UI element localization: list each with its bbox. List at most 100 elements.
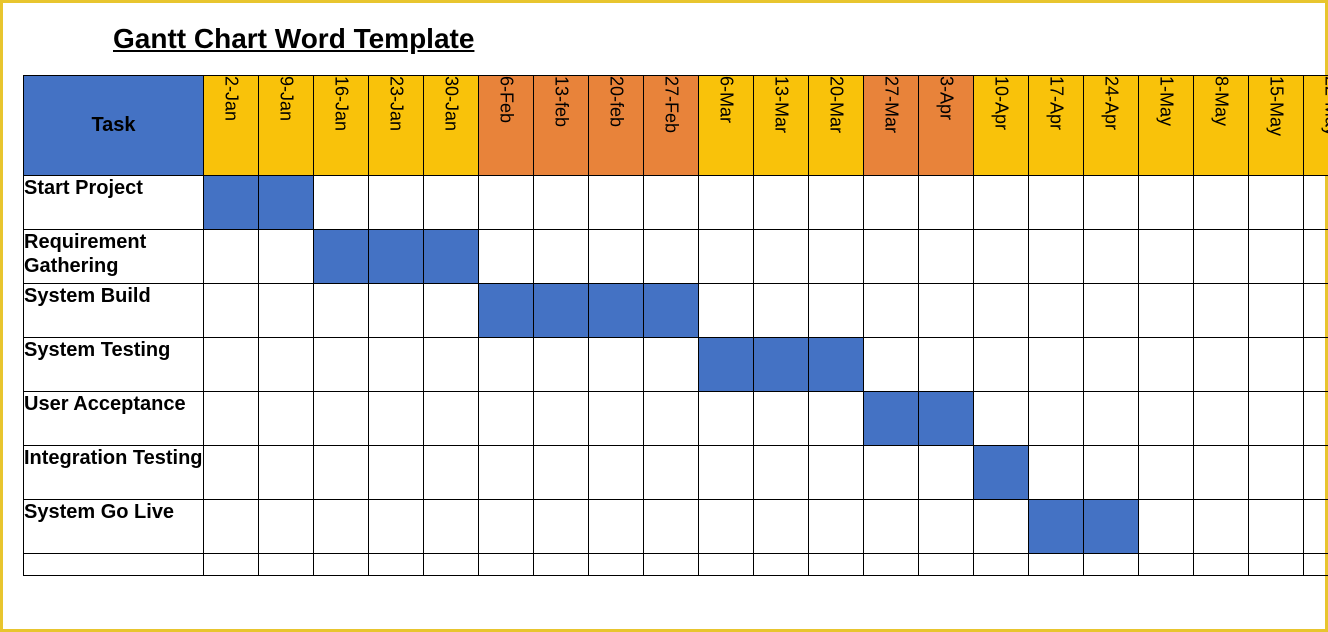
date-header-1: 9-Jan [259,76,314,176]
gantt-cell [1084,284,1139,338]
page-title: Gantt Chart Word Template [113,23,1305,55]
gantt-cell [589,392,644,446]
gantt-cell [424,176,479,230]
table-row: Integration Testing [24,446,1328,500]
task-label-4: User Acceptance [24,392,204,446]
gantt-cell [1304,230,1328,284]
gantt-cell [754,176,809,230]
gantt-cell [644,230,699,284]
gantt-cell [1139,500,1194,554]
date-header-15: 17-Apr [1029,76,1084,176]
gantt-cell [479,392,534,446]
gantt-cell [1084,554,1139,576]
gantt-cell [204,392,259,446]
date-header-16: 24-Apr [1084,76,1139,176]
table-row: System Build [24,284,1328,338]
gantt-cell [809,446,864,500]
gantt-cell [809,554,864,576]
gantt-cell [589,338,644,392]
gantt-cell [369,176,424,230]
gantt-cell [589,554,644,576]
gantt-cell [259,230,314,284]
gantt-cell [864,176,919,230]
gantt-cell [919,446,974,500]
gantt-cell [479,176,534,230]
task-label-2: System Build [24,284,204,338]
gantt-cell [314,284,369,338]
gantt-cell [1029,176,1084,230]
gantt-cell [424,500,479,554]
gantt-cell [754,446,809,500]
gantt-cell [864,554,919,576]
task-label-6: System Go Live [24,500,204,554]
table-row: User Acceptance [24,392,1328,446]
gantt-cell [1029,446,1084,500]
gantt-cell [1029,554,1084,576]
gantt-cell [644,392,699,446]
gantt-cell [259,392,314,446]
gantt-cell [699,284,754,338]
gantt-cell [974,284,1029,338]
gantt-cell [369,554,424,576]
gantt-cell [534,554,589,576]
gantt-cell [699,554,754,576]
date-header-7: 20-feb [589,76,644,176]
table-row: System Go Live [24,500,1328,554]
gantt-cell [1249,284,1304,338]
gantt-cell [1249,230,1304,284]
gantt-cell [864,338,919,392]
gantt-cell [1084,230,1139,284]
gantt-cell [1139,284,1194,338]
gantt-cell [534,500,589,554]
gantt-cell [919,284,974,338]
task-label-5: Integration Testing [24,446,204,500]
gantt-cell [424,446,479,500]
gantt-cell [369,230,424,284]
gantt-cell [644,176,699,230]
gantt-cell [1029,500,1084,554]
gantt-cell [919,230,974,284]
date-header-4: 30-Jan [424,76,479,176]
gantt-cell [1194,176,1249,230]
gantt-cell [974,446,1029,500]
gantt-cell [974,230,1029,284]
gantt-cell [919,176,974,230]
gantt-cell [259,554,314,576]
table-row: Start Project [24,176,1328,230]
gantt-cell [1304,284,1328,338]
gantt-cell [1139,392,1194,446]
date-header-10: 13-Mar [754,76,809,176]
gantt-cell [589,284,644,338]
gantt-cell [1304,176,1328,230]
gantt-cell [809,230,864,284]
gantt-cell [699,392,754,446]
date-header-2: 16-Jan [314,76,369,176]
gantt-cell [259,446,314,500]
gantt-cell [974,392,1029,446]
gantt-cell [1029,338,1084,392]
gantt-cell [534,338,589,392]
table-row: Requirement Gathering [24,230,1328,284]
gantt-cell [534,392,589,446]
date-header-6: 13-feb [534,76,589,176]
gantt-cell [1139,446,1194,500]
gantt-cell [699,500,754,554]
gantt-cell [589,500,644,554]
gantt-cell [1139,554,1194,576]
gantt-cell [1249,446,1304,500]
gantt-cell [1304,392,1328,446]
gantt-cell [424,230,479,284]
gantt-cell [424,338,479,392]
gantt-chart: Task2-Jan9-Jan16-Jan23-Jan30-Jan6-Feb13-… [23,75,1328,576]
gantt-cell [314,230,369,284]
gantt-cell [534,284,589,338]
gantt-cell [974,338,1029,392]
gantt-cell [424,392,479,446]
gantt-cell [589,176,644,230]
gantt-cell [919,500,974,554]
gantt-cell [919,338,974,392]
gantt-cell [809,392,864,446]
gantt-cell [479,338,534,392]
gantt-cell [1249,392,1304,446]
gantt-cell [314,338,369,392]
